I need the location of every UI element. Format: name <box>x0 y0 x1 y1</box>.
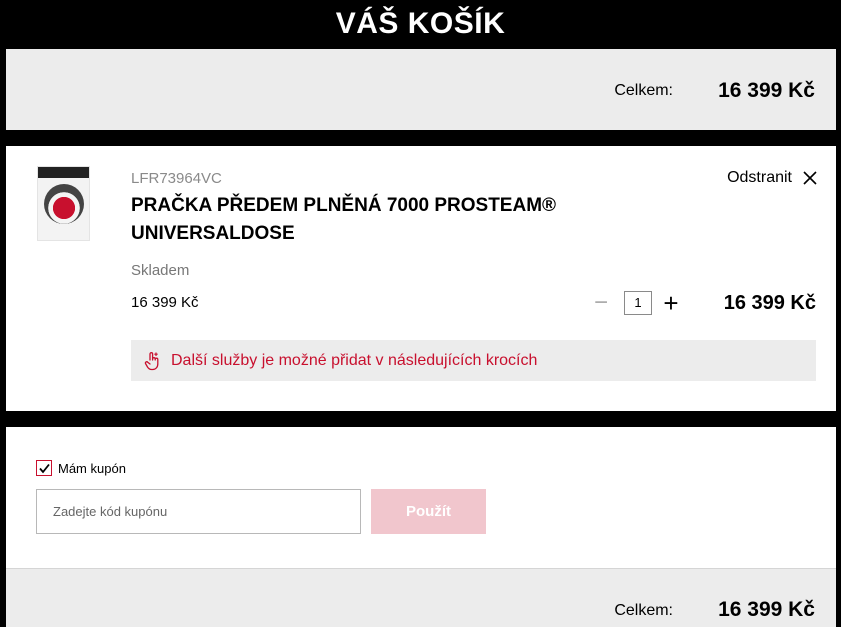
product-name[interactable]: PRAČKA PŘEDEM PLNĚNÁ 7000 PROSTEAM® UNIV… <box>131 192 611 248</box>
checkmark-icon <box>39 463 50 474</box>
total-label: Celkem: <box>614 82 673 99</box>
cart-summary-top: Celkem: 16 399 Kč <box>6 49 836 130</box>
coupon-checkbox[interactable] <box>36 460 52 476</box>
close-icon <box>803 171 817 185</box>
product-image[interactable] <box>37 166 90 241</box>
hand-pointer-icon <box>144 351 159 370</box>
total-amount: 16 399 Kč <box>718 598 815 621</box>
increase-quantity-button[interactable]: + <box>660 288 682 318</box>
remove-item-button[interactable]: Odstranit <box>727 169 818 187</box>
washer-drum <box>44 184 84 224</box>
washer-panel <box>38 167 89 178</box>
product-sku: LFR73964VC <box>131 170 222 187</box>
line-total: 16 399 Kč <box>723 292 816 314</box>
page-title: VÁŠ KOŠÍK <box>335 7 506 40</box>
stock-status: Skladem <box>131 262 190 279</box>
decrease-quantity-button[interactable]: − <box>590 289 612 316</box>
quantity-input[interactable]: 1 <box>624 291 652 315</box>
quantity-stepper: − 1 + <box>590 288 682 318</box>
apply-coupon-button[interactable]: Použít <box>371 489 486 534</box>
total-label: Celkem: <box>614 602 673 619</box>
coupon-checkbox-label: Mám kupón <box>58 460 126 476</box>
services-notice-text: Další služby je možné přidat v následují… <box>171 351 538 369</box>
unit-price: 16 399 Kč <box>131 294 199 311</box>
total-amount: 16 399 Kč <box>718 79 815 102</box>
coupon-toggle[interactable]: Mám kupón <box>36 460 126 476</box>
coupon-code-input[interactable]: Zadejte kód kupónu <box>36 489 361 534</box>
coupon-section: Mám kupón Zadejte kód kupónu Použít <box>6 427 836 568</box>
services-notice: Další služby je možné přidat v následují… <box>131 340 816 381</box>
cart-item: LFR73964VC PRAČKA PŘEDEM PLNĚNÁ 7000 PRO… <box>6 146 836 411</box>
remove-label: Odstranit <box>727 169 792 186</box>
cart-summary-bottom: Celkem: 16 399 Kč <box>6 568 836 627</box>
